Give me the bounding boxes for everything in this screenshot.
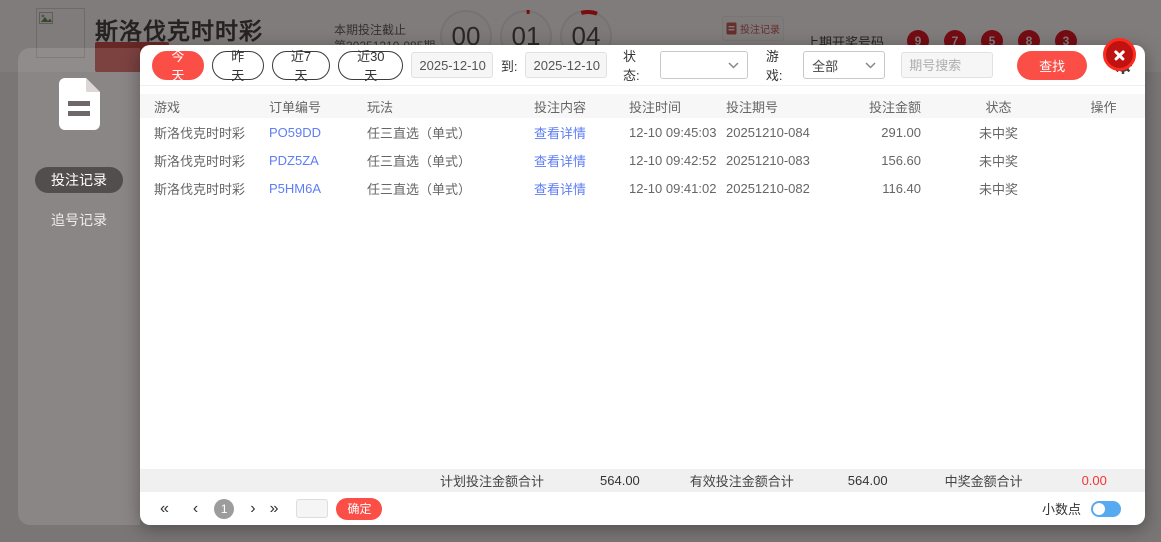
date-to-label: 到: — [500, 58, 518, 74]
last-page-icon[interactable]: » — [270, 500, 279, 517]
col-bet-time: 投注时间 — [629, 99, 682, 115]
prev-page-icon[interactable]: ‹ — [193, 500, 198, 517]
order-id-link[interactable]: P5HM6A — [269, 181, 367, 196]
cell-bet-time: 12-10 09:41:02 — [629, 180, 717, 196]
decimal-point-label: 小数点 — [1041, 502, 1081, 517]
cell-bet-period: 20251210-082 — [726, 180, 810, 196]
win-total-value: 0.00 — [1081, 473, 1107, 488]
col-status: 状态 — [985, 99, 1012, 115]
table-row: 斯洛伐克时时彩 PO59DD 任三直选（单式） 查看详情 12-10 09:45… — [140, 118, 1145, 146]
col-order-id: 订单编号 — [269, 99, 322, 115]
view-details-link[interactable]: 查看详情 — [534, 179, 629, 198]
view-details-link[interactable]: 查看详情 — [534, 151, 629, 170]
date-to-input[interactable]: 2025-12-10 — [525, 52, 607, 78]
cell-status: 未中奖 — [978, 153, 1018, 169]
quick-filter-yesterday[interactable]: 昨天 — [211, 49, 264, 83]
cell-game: 斯洛伐克时时彩 — [154, 153, 246, 169]
sidebar-item-bet-records[interactable]: 投注记录 — [35, 167, 123, 193]
valid-total-label: 有效投注金额合计 — [689, 474, 794, 489]
cell-game: 斯洛伐克时时彩 — [154, 125, 246, 141]
sidebar-item-chase-records[interactable]: 追号记录 — [35, 207, 123, 233]
records-document-icon — [58, 78, 100, 135]
decimal-point-toggle[interactable] — [1091, 500, 1121, 517]
table-row: 斯洛伐克时时彩 P5HM6A 任三直选（单式） 查看详情 12-10 09:41… — [140, 174, 1145, 202]
cell-bet-period: 20251210-083 — [726, 152, 810, 168]
plan-total-value: 564.00 — [600, 473, 640, 488]
table-header-row: 游戏 订单编号 玩法 投注内容 投注时间 投注期号 投注金额 状态 操作 — [140, 94, 1145, 118]
date-from-input[interactable]: 2025-12-10 — [411, 52, 493, 78]
table-empty-space — [140, 202, 1145, 469]
summary-bar: 计划投注金额合计 564.00 有效投注金额合计 564.00 中奖金额合计 0… — [140, 469, 1145, 492]
col-bet-content: 投注内容 — [534, 99, 587, 115]
game-select-value: 全部 — [812, 58, 839, 74]
next-page-icon[interactable]: › — [250, 500, 255, 517]
cell-status: 未中奖 — [978, 181, 1018, 197]
game-label: 游戏: — [765, 49, 783, 83]
cell-play-type: 任三直选（单式） — [367, 125, 472, 141]
col-bet-period: 投注期号 — [726, 99, 779, 115]
cell-bet-period: 20251210-084 — [726, 124, 810, 140]
col-bet-amount: 投注金额 — [868, 99, 921, 115]
cell-bet-time: 12-10 09:42:52 — [629, 152, 717, 168]
table-row: 斯洛伐克时时彩 PDZ5ZA 任三直选（单式） 查看详情 12-10 09:42… — [140, 146, 1145, 174]
toggle-knob — [1093, 502, 1105, 515]
period-search-input[interactable] — [901, 52, 994, 78]
cell-play-type: 任三直选（单式） — [367, 153, 472, 169]
close-modal-button[interactable] — [1103, 38, 1136, 71]
valid-total-value: 564.00 — [847, 473, 888, 488]
chevron-down-icon — [728, 61, 739, 69]
page-number-input[interactable] — [296, 499, 329, 518]
first-page-icon[interactable]: « — [160, 500, 169, 517]
col-play-type: 玩法 — [367, 99, 394, 115]
cell-bet-amount: 291.00 — [881, 124, 921, 140]
cell-play-type: 任三直选（单式） — [367, 181, 472, 197]
filter-bar: 今天 昨天 近7天 近30天 2025-12-10 到: 2025-12-10 … — [140, 45, 1145, 86]
status-select[interactable] — [660, 51, 748, 79]
pagination-bar: « ‹ 1 › » 确定 小数点 — [140, 492, 1145, 525]
cell-bet-amount: 156.60 — [881, 152, 921, 168]
confirm-page-button[interactable]: 确定 — [336, 497, 383, 520]
view-details-link[interactable]: 查看详情 — [534, 123, 629, 142]
screen: 斯洛伐克时时彩 本期投注截止 第20251210-085期 00 01 04 — [0, 0, 1161, 542]
order-id-link[interactable]: PO59DD — [269, 125, 367, 140]
cell-bet-amount: 116.40 — [882, 180, 921, 196]
quick-filter-7days[interactable]: 近7天 — [271, 49, 331, 83]
cell-status: 未中奖 — [978, 125, 1018, 141]
quick-filter-30days[interactable]: 近30天 — [338, 49, 404, 83]
col-action: 操作 — [1090, 99, 1117, 115]
cell-game: 斯洛伐克时时彩 — [154, 181, 246, 197]
order-id-link[interactable]: PDZ5ZA — [269, 153, 367, 168]
win-total-label: 中奖金额合计 — [944, 474, 1023, 489]
bet-records-modal: 今天 昨天 近7天 近30天 2025-12-10 到: 2025-12-10 … — [140, 45, 1145, 525]
record-side-menu: 投注记录 追号记录 — [18, 48, 140, 525]
col-game: 游戏 — [154, 99, 181, 115]
game-select[interactable]: 全部 — [803, 51, 886, 79]
table-body: 斯洛伐克时时彩 PO59DD 任三直选（单式） 查看详情 12-10 09:45… — [140, 118, 1145, 202]
chevron-down-icon — [865, 61, 876, 69]
current-page-badge[interactable]: 1 — [214, 498, 235, 519]
cell-bet-time: 12-10 09:45:03 — [629, 124, 717, 140]
plan-total-label: 计划投注金额合计 — [440, 474, 545, 489]
status-label: 状态: — [622, 49, 640, 83]
search-button[interactable]: 查找 — [1017, 50, 1088, 80]
quick-filter-today[interactable]: 今天 — [152, 49, 204, 83]
